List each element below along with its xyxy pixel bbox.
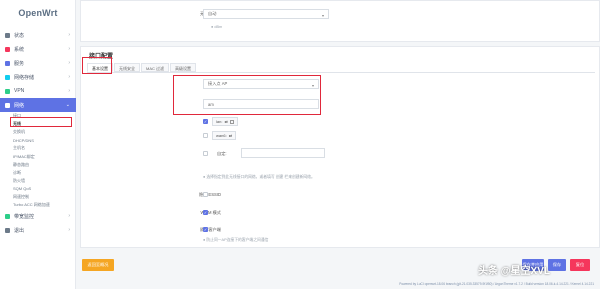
highlight-basic-tab (82, 57, 112, 74)
hide-ssid-label: 隐藏 ESSID (198, 192, 221, 197)
radio-hint: ● dBm (211, 25, 223, 29)
submenu-item[interactable]: IP/MAC绑定 (13, 152, 76, 160)
sidebar-item-label: 状态 (14, 32, 25, 39)
sidebar-item-after-1[interactable]: 退出 › (0, 223, 76, 237)
sidebar-item-label: 网络 (14, 102, 25, 109)
footer: Powered by LuCI openwrt-18.06 branch (gi… (399, 282, 594, 286)
highlight-mode-ssid (173, 75, 321, 115)
logout-icon (5, 227, 10, 233)
sidebar-item-2[interactable]: 服务 › (0, 56, 76, 70)
radio-card: 无线电频率 自动 ▾ ● dBm (80, 0, 600, 42)
chevron-down-icon: ▾ (321, 13, 324, 18)
storage-icon (5, 74, 10, 80)
tab-advanced[interactable]: 高级设置 (170, 63, 196, 72)
sidebar: OpenWrt 状态 › 系统 › 服务 › 网络存储 › VPN › 网络 ⌄ 接口 无线 交换机 DHCP… (0, 0, 76, 289)
sidebar-nav: 状态 › 系统 › 服务 › 网络存储 › VPN › 网络 ⌄ 接口 无线 交换机 DHCP/DNS 主机名 I… (0, 28, 76, 237)
submenu-item[interactable]: SQM QoS (13, 185, 76, 193)
back-to-overview-button[interactable]: 返回至概况 (82, 259, 114, 271)
chevron-right-icon: › (68, 227, 70, 234)
highlight-wireless (10, 117, 72, 127)
lan-checkbox[interactable]: ✓ (203, 119, 208, 124)
submenu-item[interactable]: 主机名 (13, 144, 76, 152)
wan6-badge: wan6: ⇄ (212, 131, 237, 140)
save-button[interactable]: 保存 (548, 259, 566, 271)
sidebar-item-3[interactable]: 网络存储 › (0, 70, 76, 84)
reset-button[interactable]: 复位 (570, 259, 590, 271)
submenu-item[interactable]: 网速控制 (13, 193, 76, 201)
tab-mac-filter[interactable]: MAC 过滤 (141, 63, 169, 72)
vpn-icon (5, 88, 10, 94)
chevron-right-icon: › (68, 88, 70, 94)
submenu-item[interactable]: 交换机 (13, 128, 76, 136)
custom-label: 自定: (217, 151, 227, 156)
sidebar-item-1[interactable]: 系统 › (0, 42, 76, 56)
isolate-hint: ● 防止同一AP连接下的客户端之间通信 (203, 238, 269, 242)
wmm-checkbox[interactable]: ✓ (203, 210, 208, 215)
isolate-checkbox[interactable]: ✓ (203, 227, 208, 232)
sidebar-item-0[interactable]: 状态 › (0, 28, 76, 42)
sidebar-item-4[interactable]: VPN › (0, 84, 76, 98)
lan-port-icon (229, 119, 234, 124)
network-hint: ● 选择指定到此无线接口的网络，或者填写 创建 栏来创建新网络。 (203, 175, 315, 179)
tab-divider (87, 72, 595, 73)
interface-card: 接口配置 基本设置 无线安全 MAC 过滤 高级设置 模式 接入点 AP ▾ E… (80, 46, 600, 248)
sidebar-item-label: VPN (14, 88, 25, 94)
lan-label: lan: (216, 119, 223, 124)
submenu-item[interactable]: 防火墙 (13, 177, 76, 185)
wan6-label: wan6: (216, 133, 227, 138)
chevron-right-icon: › (68, 60, 70, 66)
radio-select[interactable]: 自动 ▾ (203, 9, 329, 19)
sidebar-item-label: 退出 (14, 227, 25, 234)
hide-ssid-checkbox[interactable] (203, 192, 208, 197)
wmm-label: WMM 模式 (200, 210, 221, 215)
watermark: 头条 @星空XVL (478, 266, 550, 277)
custom-network-input[interactable] (241, 148, 325, 158)
tab-security[interactable]: 无线安全 (114, 63, 140, 72)
sidebar-item-label: 带宽监控 (14, 213, 35, 220)
wan6-wired-icon: ⇄ (228, 133, 233, 138)
network-icon (5, 102, 10, 108)
wan6-checkbox[interactable] (203, 133, 208, 138)
submenu-item[interactable]: 静态路由 (13, 161, 76, 169)
radio-value: 自动 (208, 11, 217, 16)
brand-logo: OpenWrt (18, 8, 58, 18)
lan-wired-icon: ⇄ (224, 119, 228, 124)
chevron-down-icon: ⌄ (65, 102, 70, 108)
chevron-right-icon: › (68, 74, 70, 80)
chevron-right-icon: › (68, 32, 70, 38)
sidebar-item-5[interactable]: 网络 ⌄ (0, 98, 76, 112)
lan-badge: lan: ⇄ (212, 117, 238, 126)
submenu-item[interactable]: Turbo ACC 网络加速 (13, 201, 76, 209)
chevron-right-icon: › (68, 213, 70, 220)
sidebar-item-label: 网络存储 (14, 74, 35, 81)
submenu-item[interactable]: 诊断 (13, 169, 76, 177)
submenu-item[interactable]: DHCP/DNS (13, 136, 76, 144)
dashboard-icon (5, 32, 10, 38)
gear-icon (5, 46, 10, 52)
services-icon (5, 60, 10, 66)
bandwidth-icon (5, 213, 10, 219)
main-content: 无线电频率 自动 ▾ ● dBm 接口配置 基本设置 无线安全 MAC 过滤 高… (80, 0, 600, 289)
sidebar-item-after-0[interactable]: 带宽监控 › (0, 209, 76, 223)
custom-checkbox[interactable] (203, 151, 208, 156)
chevron-right-icon: › (68, 46, 70, 52)
sidebar-item-label: 系统 (14, 46, 25, 53)
isolate-label: 隔离客户端 (200, 227, 221, 232)
sidebar-item-label: 服务 (14, 60, 25, 67)
